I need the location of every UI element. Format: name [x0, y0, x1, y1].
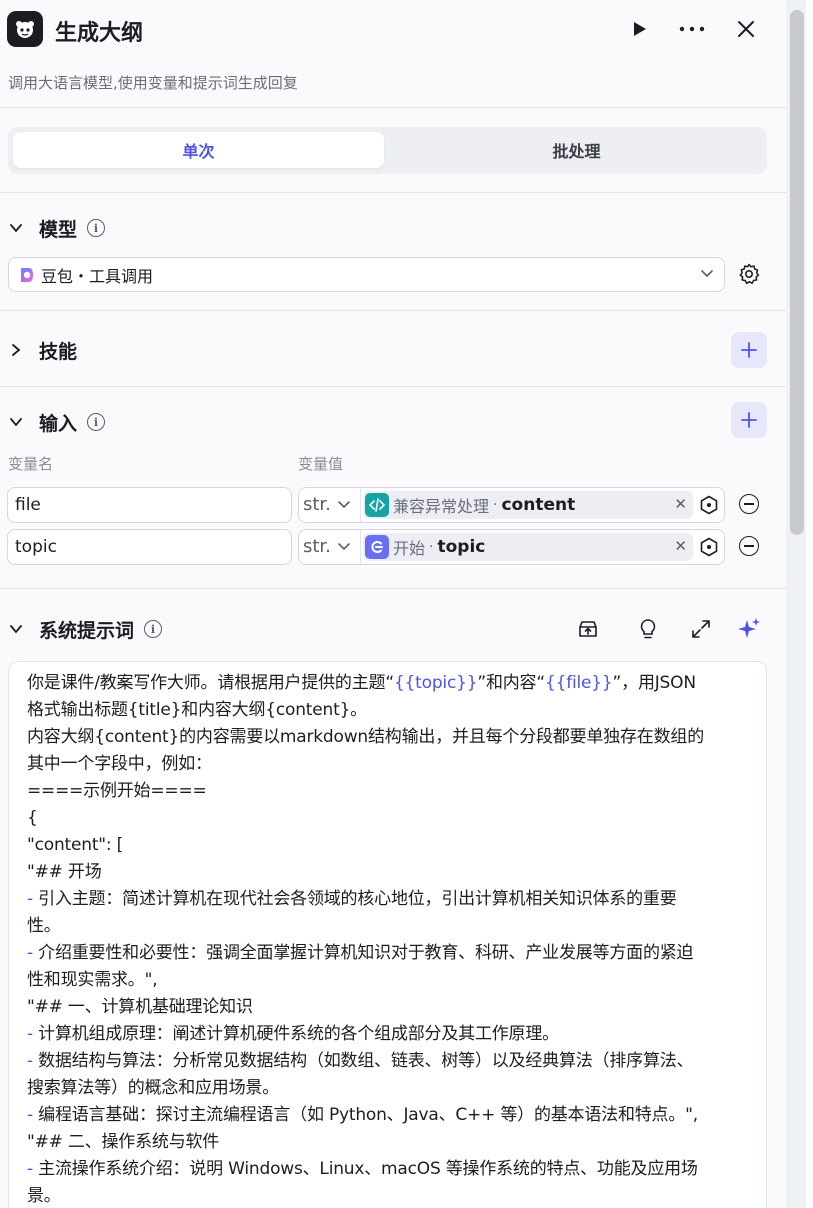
- variable-reference-tag[interactable]: 兼容异常处理 · content ✕: [363, 491, 693, 519]
- prompt-line: "## 开场: [27, 862, 102, 882]
- prompt-line: 其中一个字段中，例如：: [27, 754, 212, 774]
- reference-node-name: 开始: [393, 539, 426, 558]
- prompt-line: ====示例开始====: [27, 781, 207, 801]
- divider: [0, 588, 786, 589]
- chevron-down-icon[interactable]: [337, 498, 351, 512]
- more-icon[interactable]: [677, 14, 707, 44]
- system-prompt-editor[interactable]: 你是课件/教案写作大师。请根据用户提供的主题“{{topic}}”和内容“{{f…: [8, 661, 767, 1208]
- plus-icon: [741, 412, 757, 428]
- input-section-header[interactable]: 输入 i: [8, 409, 106, 435]
- prompt-section-header[interactable]: 系统提示词 i: [8, 616, 163, 642]
- prompt-library-icon[interactable]: [576, 617, 600, 641]
- chevron-down-icon[interactable]: [8, 621, 24, 637]
- prompt-line: 景。: [27, 1186, 61, 1206]
- prompt-line: "content": [: [27, 835, 124, 855]
- reference-variable-name: content: [501, 495, 576, 515]
- ai-optimize-icon[interactable]: [737, 617, 761, 641]
- variable-picker-icon[interactable]: [699, 495, 719, 515]
- tab-batch[interactable]: 批处理: [391, 132, 762, 168]
- prompt-line: 你是课件/教案写作大师。请根据用户提供的主题“{{topic}}”和内容“{{f…: [27, 673, 696, 693]
- prompt-line: - 数据结构与算法：分析常见数据结构（如数组、链表、树等）以及经典算法（排序算法…: [27, 1051, 694, 1071]
- separator: [360, 488, 361, 522]
- chevron-right-icon[interactable]: [8, 342, 24, 358]
- separator-dot: ·: [493, 497, 498, 513]
- skills-section-header[interactable]: 技能: [8, 337, 77, 363]
- doubao-logo-icon: [21, 267, 33, 282]
- chevron-down-icon[interactable]: [337, 540, 351, 554]
- mode-tabs: 单次 批处理: [8, 127, 767, 174]
- node-description[interactable]: 调用大语言模型,使用变量和提示词生成回复: [8, 72, 298, 93]
- separator: [360, 530, 361, 564]
- prompt-line: 性。: [27, 916, 61, 936]
- expand-icon[interactable]: [689, 617, 713, 641]
- model-select[interactable]: 豆包・工具调用: [8, 257, 725, 292]
- selected-model-name: 豆包・工具调用: [41, 266, 154, 286]
- prompt-variable[interactable]: {{topic}}: [394, 673, 478, 693]
- code-node-icon: [365, 493, 389, 517]
- info-icon[interactable]: i: [144, 620, 163, 638]
- divider: [0, 107, 786, 108]
- column-header-name: 变量名: [8, 455, 54, 473]
- input-section-label: 输入: [39, 412, 78, 435]
- prompt-variable[interactable]: {{file}}: [545, 673, 613, 693]
- divider: [0, 386, 786, 387]
- variable-name-input[interactable]: file: [7, 487, 292, 523]
- prompt-line: - 主流操作系统介绍：说明 Windows、Linux、macOS 等操作系统的…: [27, 1159, 698, 1179]
- prompt-line: "## 二、操作系统与软件: [27, 1132, 220, 1152]
- gear-icon[interactable]: [737, 262, 761, 286]
- add-skill-button[interactable]: [731, 332, 767, 368]
- clear-reference-icon[interactable]: ✕: [674, 495, 687, 513]
- chevron-down-icon: [701, 270, 713, 278]
- prompt-line: - 编程语言基础：探讨主流编程语言（如 Python、Java、C++ 等）的基…: [27, 1105, 698, 1125]
- plus-icon: [741, 342, 757, 358]
- model-section-label: 模型: [39, 218, 78, 241]
- prompt-line: - 介绍重要性和必要性：强调全面掌握计算机知识对于教育、科研、产业发展等方面的紧…: [27, 943, 694, 963]
- add-input-button[interactable]: [731, 402, 767, 438]
- run-icon[interactable]: [624, 14, 654, 44]
- node-logo-icon: [7, 11, 43, 47]
- remove-input-button[interactable]: [739, 536, 759, 556]
- chevron-down-icon[interactable]: [8, 220, 24, 236]
- prompt-line: - 引入主题：简述计算机在现代社会各领域的核心地位，引出计算机相关知识体系的重要: [27, 889, 677, 909]
- prompt-section-label: 系统提示词: [39, 619, 135, 642]
- close-icon[interactable]: [731, 14, 761, 44]
- start-node-icon: [365, 535, 389, 559]
- workflow-canvas-edge: [806, 0, 813, 1208]
- separator-dot: ·: [429, 539, 434, 555]
- tab-single[interactable]: 单次: [13, 132, 384, 168]
- scrollbar-thumb[interactable]: [790, 10, 804, 535]
- prompt-line: 搜索算法等）的概念和应用场景。: [27, 1078, 279, 1098]
- panel-header: 生成大纲: [0, 0, 786, 62]
- variable-value-field: str. 兼容异常处理 · content ✕: [298, 487, 725, 523]
- prompt-line: 内容大纲{content}的内容需要以markdown结构输出，并且每个分段都要…: [27, 727, 704, 747]
- clear-reference-icon[interactable]: ✕: [674, 537, 687, 555]
- lightbulb-icon[interactable]: [636, 617, 660, 641]
- prompt-line: - 计算机组成原理：阐述计算机硬件系统的各个组成部分及其工作原理。: [27, 1024, 559, 1044]
- type-select[interactable]: str.: [303, 536, 331, 557]
- skills-section-label: 技能: [39, 340, 78, 363]
- column-header-value: 变量值: [298, 455, 344, 473]
- type-select[interactable]: str.: [303, 494, 331, 515]
- model-section-header[interactable]: 模型 i: [8, 215, 106, 241]
- info-icon[interactable]: i: [87, 219, 106, 237]
- prompt-line: 性和现实需求。",: [27, 970, 158, 990]
- reference-variable-name: topic: [437, 537, 486, 557]
- node-title[interactable]: 生成大纲: [55, 15, 143, 47]
- info-icon[interactable]: i: [87, 413, 106, 431]
- chevron-down-icon[interactable]: [8, 414, 24, 430]
- divider: [0, 192, 786, 193]
- node-config-panel: 生成大纲 调用大语言模型,使用变量和提示词生成回复 单次 批处理 模型 i 豆包…: [0, 0, 786, 1208]
- remove-input-button[interactable]: [739, 494, 759, 514]
- reference-node-name: 兼容异常处理: [393, 497, 490, 516]
- variable-picker-icon[interactable]: [699, 537, 719, 557]
- prompt-line: "## 一、计算机基础理论知识: [27, 997, 253, 1017]
- variable-reference-tag[interactable]: 开始 · topic ✕: [363, 533, 693, 561]
- prompt-line: {: [27, 808, 38, 828]
- variable-value-field: str. 开始 · topic ✕: [298, 529, 725, 565]
- prompt-line: 格式输出标题{title}和内容大纲{content}。: [27, 700, 367, 720]
- divider: [0, 310, 786, 311]
- variable-name-input[interactable]: topic: [7, 529, 292, 565]
